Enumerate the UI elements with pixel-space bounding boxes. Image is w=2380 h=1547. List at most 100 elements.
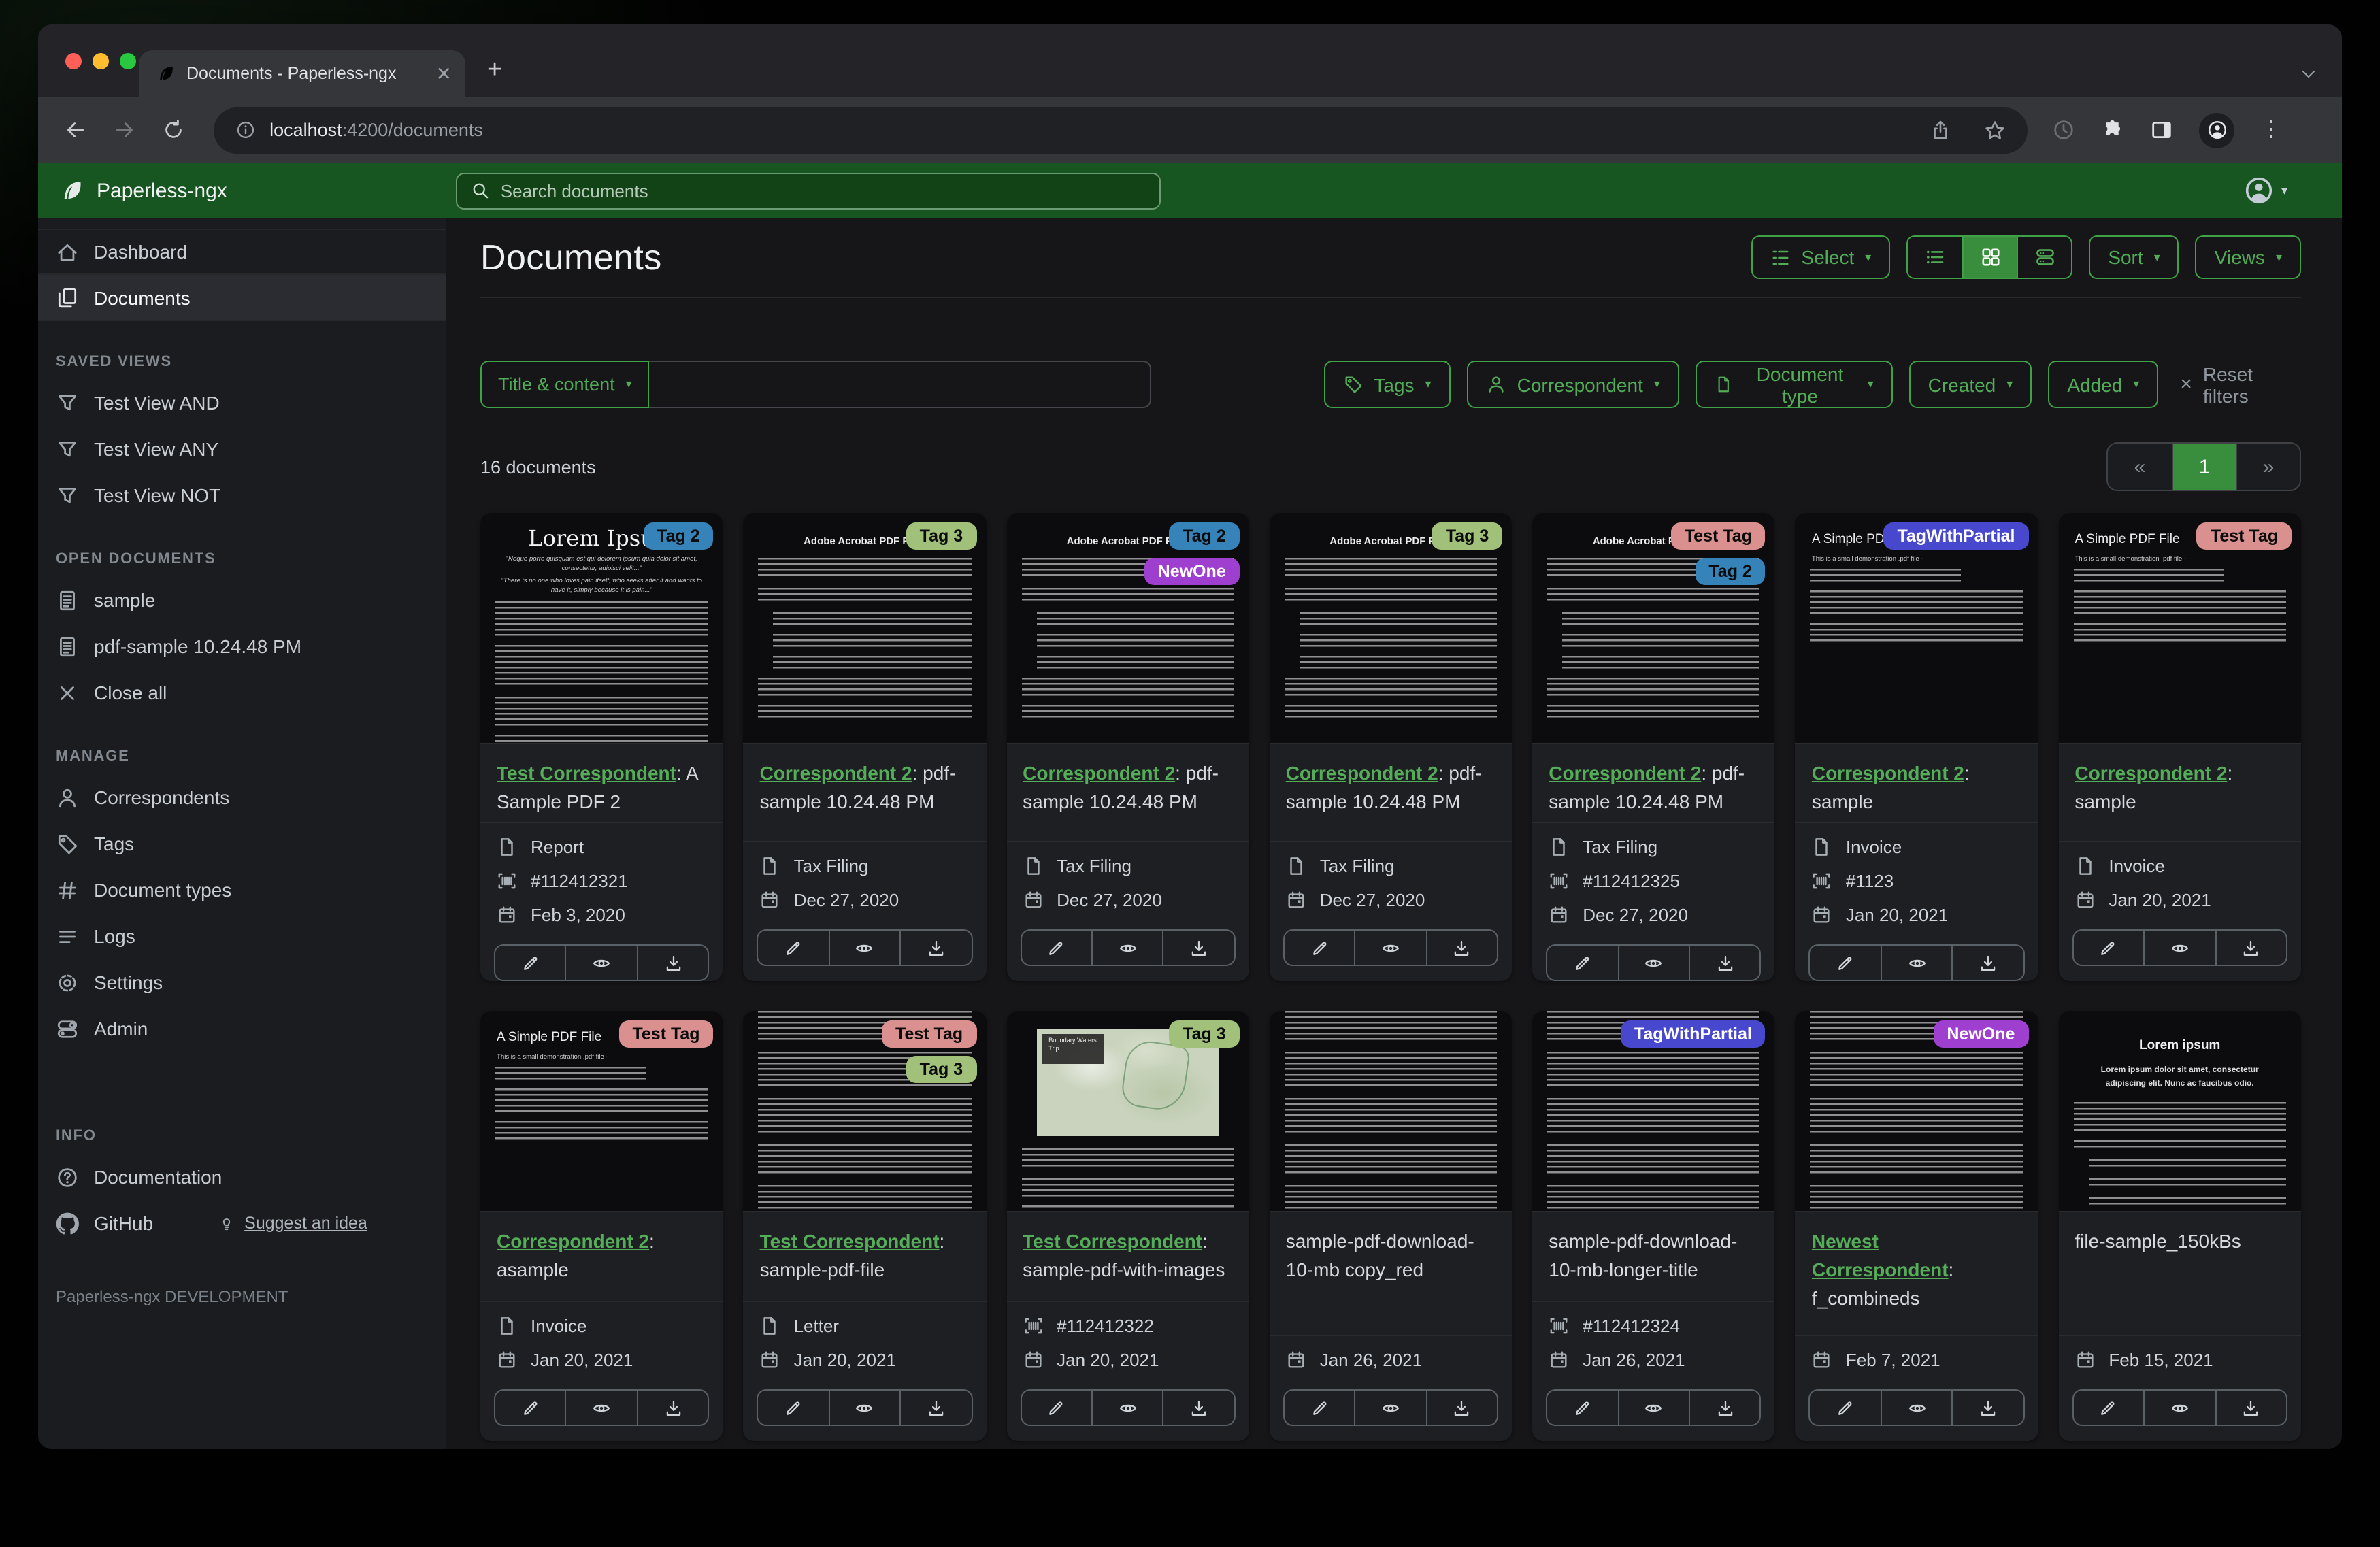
document-thumbnail[interactable]: NewOne bbox=[1795, 1011, 2038, 1212]
sidebar-item-close-all[interactable]: Close all bbox=[38, 669, 446, 716]
document-thumbnail[interactable]: Adobe Acrobat PDF Files Tag 2 NewOne bbox=[1006, 513, 1249, 744]
document-thumbnail[interactable]: A Simple PDF File This is a small demonst… bbox=[480, 1011, 723, 1212]
back-button[interactable] bbox=[57, 111, 95, 149]
site-info-icon[interactable] bbox=[235, 120, 256, 140]
download-button[interactable] bbox=[1688, 946, 1760, 980]
document-thumbnail[interactable]: Adobe Acrobat PDF Files Tag 3 bbox=[743, 513, 987, 744]
download-button[interactable] bbox=[1951, 1391, 2023, 1425]
correspondent-link[interactable]: Correspondent 2 bbox=[760, 762, 912, 784]
tag-badge[interactable]: Test Tag bbox=[1670, 522, 1766, 550]
edit-button[interactable] bbox=[1547, 1391, 1617, 1425]
download-button[interactable] bbox=[636, 1391, 708, 1425]
sidebar-item-github[interactable]: GitHub Suggest an idea bbox=[38, 1200, 446, 1246]
document-thumbnail[interactable]: Boundary Waters Trip Tag 3 bbox=[1006, 1011, 1249, 1212]
new-tab-button[interactable]: + bbox=[487, 56, 502, 86]
tag-badge[interactable]: Tag 3 bbox=[906, 522, 977, 550]
tag-badge[interactable]: Test Tag bbox=[882, 1020, 977, 1048]
document-thumbnail[interactable]: Lorem ipsum Lorem ipsum dolor sit amet, c… bbox=[2058, 1011, 2301, 1212]
document-thumbnail[interactable]: TagWithPartial bbox=[1532, 1011, 1775, 1212]
close-window-button[interactable] bbox=[65, 53, 82, 69]
correspondent-link[interactable]: Test Correspondent bbox=[497, 762, 676, 784]
browser-tab[interactable]: Documents - Paperless-ngx ✕ bbox=[139, 50, 465, 97]
preview-button[interactable] bbox=[1880, 946, 1952, 980]
download-button[interactable] bbox=[2215, 931, 2286, 965]
edit-button[interactable] bbox=[2073, 1391, 2143, 1425]
download-button[interactable] bbox=[1162, 931, 1234, 965]
sidebar-item-dashboard[interactable]: Dashboard bbox=[38, 229, 446, 275]
reset-filters-button[interactable]: × Reset filters bbox=[2180, 363, 2301, 406]
preview-button[interactable] bbox=[1617, 946, 1689, 980]
reload-button[interactable] bbox=[154, 111, 192, 149]
sidebar-link-suggest-an-idea[interactable]: Suggest an idea bbox=[217, 1214, 367, 1233]
sidebar-item-document-types[interactable]: Document types bbox=[38, 867, 446, 913]
page-current[interactable]: 1 bbox=[2172, 444, 2236, 490]
user-menu[interactable]: ▾ bbox=[2245, 176, 2287, 205]
filter-correspondent-button[interactable]: Correspondent ▾ bbox=[1466, 361, 1679, 408]
browser-profile-button[interactable] bbox=[2199, 112, 2235, 148]
views-button[interactable]: Views ▾ bbox=[2195, 235, 2301, 279]
preview-button[interactable] bbox=[1354, 1391, 1426, 1425]
edit-button[interactable] bbox=[1811, 1391, 1881, 1425]
extensions-puzzle-icon[interactable] bbox=[2101, 118, 2124, 142]
correspondent-link[interactable]: Correspondent 2 bbox=[2075, 762, 2227, 784]
document-thumbnail[interactable]: Adobe Acrobat PDF Files Test Tag Tag 2 bbox=[1532, 513, 1775, 744]
edit-button[interactable] bbox=[2073, 931, 2143, 965]
download-button[interactable] bbox=[2215, 1391, 2286, 1425]
view-detail-button[interactable] bbox=[2017, 237, 2071, 278]
tag-badge[interactable]: Tag 2 bbox=[643, 522, 714, 550]
view-grid-button[interactable] bbox=[1962, 237, 2017, 278]
select-button[interactable]: Select ▾ bbox=[1751, 235, 1891, 279]
tag-badge[interactable]: TagWithPartial bbox=[1620, 1020, 1766, 1048]
download-button[interactable] bbox=[899, 931, 971, 965]
sidebar-item-correspondents[interactable]: Correspondents bbox=[38, 774, 446, 820]
tag-badge[interactable]: Tag 3 bbox=[1169, 1020, 1240, 1048]
download-button[interactable] bbox=[1951, 946, 2023, 980]
maximize-window-button[interactable] bbox=[120, 53, 136, 69]
tag-badge[interactable]: TagWithPartial bbox=[1883, 522, 2029, 550]
tag-badge[interactable]: NewOne bbox=[1144, 558, 1240, 585]
sort-button[interactable]: Sort ▾ bbox=[2089, 235, 2179, 279]
sidebar-item-test-view-not[interactable]: Test View NOT bbox=[38, 472, 446, 518]
forward-button[interactable] bbox=[105, 111, 143, 149]
preview-button[interactable] bbox=[1354, 931, 1426, 965]
filter-tags-button[interactable]: Tags ▾ bbox=[1323, 361, 1451, 408]
correspondent-link[interactable]: Correspondent 2 bbox=[1023, 762, 1175, 784]
download-button[interactable] bbox=[899, 1391, 971, 1425]
document-thumbnail[interactable]: Test Tag Tag 3 bbox=[743, 1011, 987, 1212]
sidebar-item-sample[interactable]: sample bbox=[38, 577, 446, 623]
sidebar-item-test-view-any[interactable]: Test View ANY bbox=[38, 426, 446, 472]
document-thumbnail[interactable]: A Simple PDF File This is a small demonst… bbox=[2058, 513, 2301, 744]
edit-button[interactable] bbox=[759, 1391, 829, 1425]
preview-button[interactable] bbox=[2143, 931, 2215, 965]
global-search[interactable] bbox=[455, 172, 1161, 209]
preview-button[interactable] bbox=[1880, 1391, 1952, 1425]
tag-badge[interactable]: Tag 2 bbox=[1169, 522, 1240, 550]
edit-button[interactable] bbox=[495, 1391, 565, 1425]
edit-button[interactable] bbox=[1811, 946, 1881, 980]
tab-search-chevron-icon[interactable] bbox=[2300, 65, 2317, 83]
edit-button[interactable] bbox=[1285, 1391, 1355, 1425]
browser-menu-kebab-icon[interactable]: ⋮ bbox=[2260, 118, 2282, 141]
document-thumbnail[interactable]: A Simple PDF File This is a small demonst… bbox=[1795, 513, 2038, 744]
tab-close-icon[interactable]: ✕ bbox=[436, 64, 452, 83]
tag-badge[interactable]: Tag 3 bbox=[906, 1056, 977, 1083]
sidebar-item-pdf-sample-10-24-48-pm[interactable]: pdf-sample 10.24.48 PM bbox=[38, 623, 446, 669]
document-thumbnail[interactable]: Lorem Ipsum “Neque porro quisquam est qui… bbox=[480, 513, 723, 744]
extension-dim-icon[interactable] bbox=[2052, 118, 2075, 142]
sidebar-item-tags[interactable]: Tags bbox=[38, 820, 446, 867]
global-search-input[interactable] bbox=[500, 180, 1146, 201]
edit-button[interactable] bbox=[759, 931, 829, 965]
page-prev-button[interactable]: « bbox=[2108, 444, 2172, 490]
preview-button[interactable] bbox=[2143, 1391, 2215, 1425]
download-button[interactable] bbox=[1425, 1391, 1497, 1425]
sidebar-item-documents[interactable]: Documents bbox=[38, 275, 446, 321]
preview-button[interactable] bbox=[828, 931, 899, 965]
side-panel-icon[interactable] bbox=[2150, 118, 2173, 142]
document-thumbnail[interactable] bbox=[1269, 1011, 1513, 1212]
correspondent-link[interactable]: Test Correspondent bbox=[760, 1230, 940, 1252]
filter-query-input[interactable] bbox=[649, 361, 1151, 408]
correspondent-link[interactable]: Test Correspondent bbox=[1023, 1230, 1202, 1252]
bookmark-star-icon[interactable] bbox=[1984, 119, 2006, 141]
page-next-button[interactable]: » bbox=[2236, 444, 2300, 490]
address-bar[interactable]: localhost:4200/documents bbox=[214, 107, 2028, 153]
